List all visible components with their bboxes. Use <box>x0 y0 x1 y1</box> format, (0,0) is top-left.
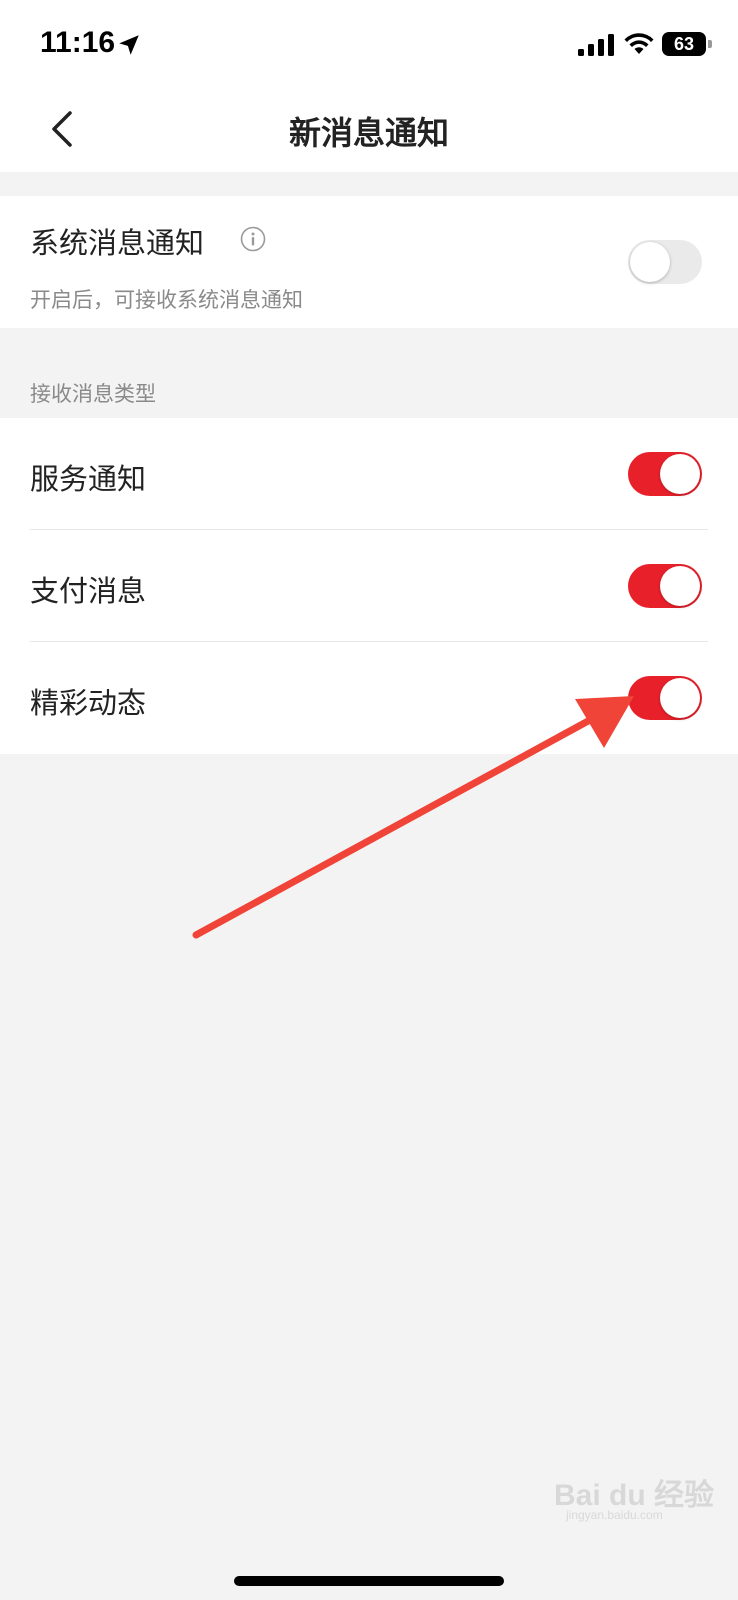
toggle-knob <box>630 242 670 282</box>
wifi-icon <box>624 33 654 54</box>
system-notice-title: 系统消息通知 <box>30 226 205 260</box>
list-item-highlights: 精彩动态 <box>0 642 738 754</box>
location-arrow-icon <box>119 35 139 55</box>
highlights-label: 精彩动态 <box>30 686 147 720</box>
section-label: 接收消息类型 <box>30 382 156 406</box>
highlights-toggle[interactable] <box>628 676 702 720</box>
system-notice-toggle[interactable] <box>628 240 702 284</box>
toggle-knob <box>660 454 700 494</box>
payment-message-toggle[interactable] <box>628 564 702 608</box>
list-item-payment: 支付消息 <box>0 530 738 642</box>
nav-bar: 新消息通知 <box>0 86 738 172</box>
status-bar: 11:16 63 <box>0 0 738 86</box>
signal-icon <box>578 34 614 56</box>
service-notice-label: 服务通知 <box>30 462 147 496</box>
message-types-card: 服务通知 支付消息 精彩动态 <box>0 418 738 754</box>
battery-icon: 63 <box>662 32 706 56</box>
toggle-knob <box>660 566 700 606</box>
list-item-service: 服务通知 <box>0 418 738 530</box>
page-title: 新消息通知 <box>288 114 449 152</box>
payment-message-label: 支付消息 <box>30 574 147 608</box>
watermark-url: jingyan.baidu.com <box>566 1508 663 1522</box>
info-icon[interactable] <box>240 226 266 252</box>
home-indicator <box>234 1576 504 1586</box>
battery-level: 63 <box>673 33 695 54</box>
system-notice-subtitle: 开启后，可接收系统消息通知 <box>30 288 303 312</box>
battery-nub <box>708 40 712 48</box>
system-notice-card: 系统消息通知 开启后，可接收系统消息通知 <box>0 196 738 328</box>
toggle-knob <box>660 678 700 718</box>
status-time: 11:16 <box>40 26 116 59</box>
service-notice-toggle[interactable] <box>628 452 702 496</box>
